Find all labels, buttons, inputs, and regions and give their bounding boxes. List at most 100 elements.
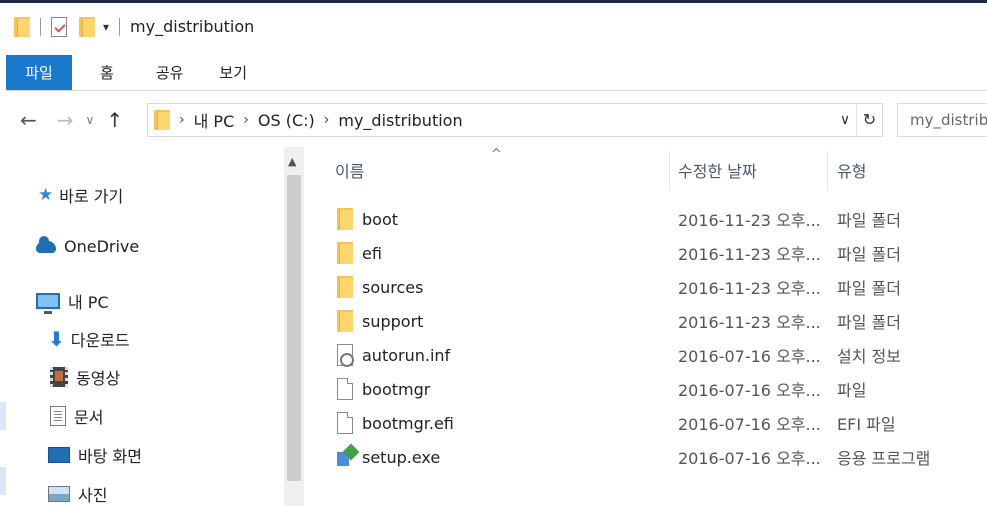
file-row[interactable]: support 2016-11-23 오후... 파일 폴더 — [307, 304, 987, 338]
setup-exe-icon — [337, 443, 360, 468]
file-name: bootmgr — [362, 379, 431, 399]
desktop-icon — [48, 447, 70, 463]
nav-item-label: 다운로드 — [70, 331, 130, 350]
star-icon: ★ — [38, 185, 54, 205]
nav-item-onedrive[interactable]: OneDrive — [36, 235, 140, 256]
file-date: 2016-11-23 오후... — [678, 279, 821, 298]
scroll-up-icon[interactable]: ▲ — [288, 155, 296, 168]
file-row[interactable]: bootmgr.efi 2016-07-16 오후... EFI 파일 — [307, 406, 987, 440]
breadcrumb-this-pc[interactable]: 내 PC — [194, 108, 235, 132]
refresh-icon[interactable]: ↻ — [856, 104, 882, 136]
file-row[interactable]: autorun.inf 2016-07-16 오후... 설치 정보 — [307, 338, 987, 372]
scrollbar-thumb[interactable] — [287, 175, 301, 481]
folder-icon — [154, 110, 170, 130]
file-type: 파일 폴더 — [837, 211, 901, 230]
tab-home[interactable]: 홈 — [72, 55, 134, 90]
file-date: 2016-11-23 오후... — [678, 313, 821, 332]
download-icon: ⬇ — [48, 327, 65, 351]
tab-file[interactable]: 파일 — [6, 55, 72, 90]
title-bar: ▾ my_distribution — [0, 0, 987, 50]
file-type: EFI 파일 — [837, 415, 896, 434]
tab-view[interactable]: 보기 — [199, 55, 263, 90]
file-row[interactable]: setup.exe 2016-07-16 오후... 응용 프로그램 — [307, 440, 987, 474]
setup-info-icon — [337, 344, 354, 367]
chevron-right-icon[interactable]: › — [324, 112, 330, 128]
file-date: 2016-07-16 오후... — [678, 347, 821, 366]
column-header-type[interactable]: 유형 — [837, 147, 866, 193]
nav-item-label: 바로 가기 — [59, 187, 124, 206]
nav-item-downloads[interactable]: ⬇ 다운로드 — [48, 327, 130, 351]
nav-item-label: 바탕 화면 — [78, 447, 142, 466]
file-type: 파일 폴더 — [837, 279, 901, 298]
folder-icon — [337, 242, 353, 264]
file-type: 파일 폴더 — [837, 245, 901, 264]
nav-item-desktop[interactable]: 바탕 화면 — [48, 443, 142, 467]
file-name: setup.exe — [362, 447, 441, 467]
separator — [119, 17, 121, 36]
up-arrow-icon[interactable]: ↑ — [106, 108, 123, 132]
videos-icon — [50, 367, 68, 387]
nav-item-label: 내 PC — [68, 293, 109, 312]
file-icon — [337, 412, 353, 434]
file-row[interactable]: bootmgr 2016-07-16 오후... 파일 — [307, 372, 987, 406]
sort-ascending-icon: ^ — [491, 147, 502, 162]
file-name: boot — [362, 209, 399, 229]
search-input[interactable]: my_distribu — [897, 103, 987, 137]
column-header-name[interactable]: 이름 — [335, 147, 364, 193]
nav-item-label: 문서 — [74, 408, 104, 427]
file-name: efi — [362, 243, 382, 263]
onedrive-icon — [36, 235, 56, 253]
column-header-date[interactable]: 수정한 날짜 — [678, 147, 757, 193]
file-type: 파일 폴더 — [837, 313, 901, 332]
back-arrow-icon[interactable]: ← — [20, 108, 37, 132]
pane-edge — [0, 402, 6, 430]
properties-icon[interactable] — [51, 16, 67, 37]
file-name: sources — [362, 277, 424, 297]
tab-share[interactable]: 공유 — [134, 55, 200, 90]
breadcrumb-my-distribution[interactable]: my_distribution — [338, 111, 462, 130]
nav-item-label: 동영상 — [76, 369, 121, 388]
file-date: 2016-07-16 오후... — [678, 449, 821, 468]
folder-icon — [337, 208, 353, 230]
nav-item-documents[interactable]: 문서 — [50, 404, 103, 428]
folder-icon[interactable] — [14, 16, 30, 37]
pictures-icon — [48, 486, 70, 502]
navigation-pane: ★ 바로 가기 OneDrive 내 PC ⬇ 다운로드 동영상 문서 바탕 화… — [0, 147, 307, 506]
file-name: autorun.inf — [362, 345, 451, 365]
nav-item-label: 사진 — [78, 486, 108, 505]
column-divider[interactable] — [669, 151, 670, 191]
customize-toolbar-dropdown[interactable]: ▾ — [103, 20, 109, 34]
file-date: 2016-07-16 오후... — [678, 415, 821, 434]
documents-icon — [50, 406, 66, 426]
nav-item-quick-access[interactable]: ★ 바로 가기 — [38, 183, 123, 207]
new-folder-icon[interactable] — [79, 16, 95, 37]
file-list: ^ 이름 수정한 날짜 유형 boot 2016-11-23 오후... 파일 … — [307, 147, 987, 506]
quick-access-toolbar: ▾ — [14, 16, 124, 37]
column-divider[interactable] — [827, 151, 828, 191]
folder-icon — [337, 276, 353, 298]
chevron-right-icon[interactable]: › — [179, 112, 185, 128]
recent-locations-chevron-icon[interactable]: ∨ — [86, 113, 95, 127]
window-title: my_distribution — [130, 17, 255, 36]
nav-item-videos[interactable]: 동영상 — [50, 365, 120, 389]
nav-item-label: OneDrive — [64, 237, 140, 256]
folder-icon — [337, 310, 353, 332]
file-name: bootmgr.efi — [362, 413, 454, 433]
breadcrumb-os-c[interactable]: OS (C:) — [258, 111, 315, 130]
file-icon — [337, 378, 353, 400]
forward-arrow-icon[interactable]: → — [57, 108, 74, 132]
file-row[interactable]: sources 2016-11-23 오후... 파일 폴더 — [307, 270, 987, 304]
chevron-right-icon[interactable]: › — [243, 112, 249, 128]
nav-item-pictures[interactable]: 사진 — [48, 482, 107, 506]
file-type: 파일 — [837, 381, 867, 400]
nav-pane-scrollbar[interactable]: ▲ — [284, 147, 304, 506]
file-date: 2016-07-16 오후... — [678, 381, 821, 400]
ribbon-tabs: 파일 홈 공유 보기 — [6, 55, 987, 91]
address-bar[interactable]: › 내 PC › OS (C:) › my_distribution ∨ ↻ — [147, 103, 883, 137]
file-row[interactable]: efi 2016-11-23 오후... 파일 폴더 — [307, 236, 987, 270]
address-bar-actions: ∨ ↻ — [834, 104, 882, 136]
chevron-down-icon[interactable]: ∨ — [834, 112, 856, 128]
file-date: 2016-11-23 오후... — [678, 245, 821, 264]
nav-item-this-pc[interactable]: 내 PC — [36, 289, 109, 314]
file-row[interactable]: boot 2016-11-23 오후... 파일 폴더 — [307, 202, 987, 236]
